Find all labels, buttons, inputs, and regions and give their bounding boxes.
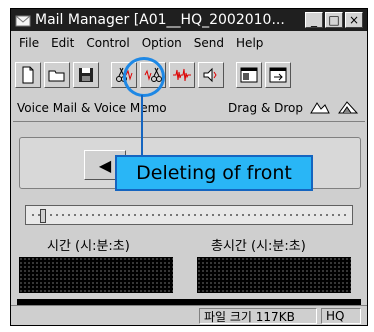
total-time-label: 총시간 (시:분:초) — [211, 239, 306, 254]
window-icon — [240, 67, 258, 83]
new-file-icon — [22, 66, 34, 84]
rewind-icon: ◀ — [98, 155, 112, 175]
menu-help[interactable]: Help — [236, 36, 263, 50]
split-wave-icon — [173, 68, 191, 82]
voice-memo-label: Voice Mail & Voice Memo — [17, 101, 167, 115]
cut-front-icon — [116, 67, 133, 82]
drag-drop-icon[interactable] — [309, 99, 331, 117]
memo-row: Voice Mail & Voice Memo Drag & Drop — [11, 97, 367, 119]
slider-ticks — [30, 214, 348, 216]
window-arrow-icon — [269, 67, 287, 83]
tooltip-connector — [141, 95, 143, 155]
menu-edit[interactable]: Edit — [51, 36, 74, 50]
toolbar — [15, 59, 361, 91]
speaker-icon — [203, 67, 217, 83]
split-wave-button[interactable] — [169, 62, 195, 88]
title-bar[interactable]: Mail Manager [A01__HQ_2002010... _ □ × — [11, 9, 367, 31]
menu-file[interactable]: File — [19, 36, 39, 50]
save-button[interactable] — [73, 62, 99, 88]
menu-bar: File Edit Control Option Send Help — [11, 33, 367, 53]
mail-icon — [15, 15, 31, 27]
elapsed-time-label: 시간 (시:분:초) — [47, 239, 130, 254]
quality-status: HQ — [321, 308, 361, 324]
maximize-button[interactable]: □ — [325, 12, 343, 28]
cut-back-button[interactable] — [140, 62, 166, 88]
position-slider[interactable] — [25, 205, 353, 225]
status-bar: 파일 크기 117KB HQ — [11, 305, 367, 326]
menu-control[interactable]: Control — [86, 36, 129, 50]
open-folder-icon — [48, 70, 65, 82]
drag-drop-alt-icon[interactable] — [337, 99, 359, 117]
window-title: Mail Manager [A01__HQ_2002010... — [35, 12, 285, 28]
elapsed-time-display — [19, 257, 173, 293]
open-folder-button[interactable] — [44, 62, 70, 88]
tooltip-label: Deleting of front — [115, 155, 313, 191]
app-window: Mail Manager [A01__HQ_2002010... _ □ × F… — [10, 8, 368, 326]
save-disk-icon — [79, 68, 93, 82]
minimize-button[interactable]: _ — [305, 12, 323, 28]
file-size-status: 파일 크기 117KB — [199, 308, 317, 324]
speaker-button[interactable] — [198, 62, 224, 88]
window-arrow-button[interactable] — [265, 62, 291, 88]
cut-front-button[interactable] — [111, 62, 137, 88]
slider-thumb[interactable] — [40, 209, 46, 223]
new-file-button[interactable] — [15, 62, 41, 88]
menu-send[interactable]: Send — [194, 36, 224, 50]
menu-option[interactable]: Option — [142, 36, 182, 50]
divider — [13, 121, 365, 122]
cut-back-icon — [144, 67, 162, 82]
window-button[interactable] — [236, 62, 262, 88]
total-time-display — [197, 257, 351, 293]
close-button[interactable]: × — [345, 12, 363, 28]
drag-drop-label: Drag & Drop — [228, 101, 303, 115]
